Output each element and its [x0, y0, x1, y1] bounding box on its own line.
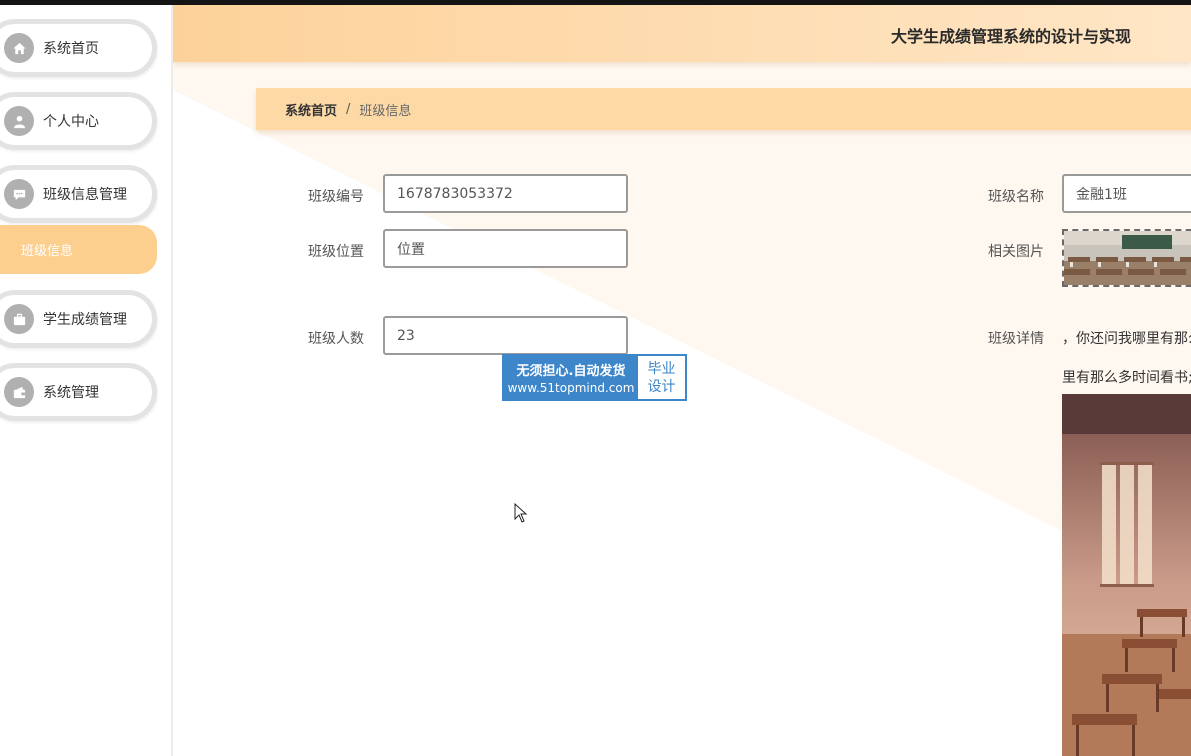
class-size-label: 班级人数: [308, 331, 364, 347]
home-icon: [4, 33, 34, 63]
breadcrumb: 系统首页 / 班级信息: [256, 88, 1191, 130]
class-name-label: 班级名称: [988, 189, 1044, 205]
sidebar-item-label: 班级信息管理: [43, 187, 127, 203]
mouse-cursor-icon: [514, 503, 528, 523]
class-detail-text-line2: 里有那么多时间看书;: [1062, 370, 1191, 386]
main-content: 大学生成绩管理系统的设计与实现 系统首页 / 班级信息 班级编号 班级名称 班级…: [173, 5, 1191, 756]
sidebar-item-class-management[interactable]: 班级信息管理: [0, 165, 157, 223]
breadcrumb-home-link[interactable]: 系统首页: [285, 100, 337, 119]
watermark-badge-line2: 设计: [647, 378, 676, 395]
sidebar-item-label: 系统管理: [43, 385, 99, 401]
related-image-label: 相关图片: [988, 244, 1044, 260]
sidebar-subitem-class-info[interactable]: 班级信息: [0, 225, 157, 274]
top-header: 大学生成绩管理系统的设计与实现: [173, 5, 1191, 62]
sidebar-item-personal-center[interactable]: 个人中心: [0, 92, 157, 150]
class-id-input[interactable]: [383, 174, 628, 213]
watermark-line1: 无须担心.自动发货: [516, 364, 626, 379]
sidebar-item-label: 个人中心: [43, 114, 99, 130]
wallet-icon: [4, 377, 34, 407]
watermark-line2: www.51topmind.com: [507, 381, 635, 395]
related-image-thumbnail[interactable]: [1062, 229, 1191, 287]
class-id-label: 班级编号: [308, 189, 364, 205]
breadcrumb-separator: /: [346, 101, 351, 117]
class-name-input[interactable]: [1062, 174, 1191, 213]
class-detail-label: 班级详情: [988, 331, 1044, 347]
user-icon: [4, 106, 34, 136]
class-location-label: 班级位置: [308, 244, 364, 260]
class-size-input[interactable]: [383, 316, 628, 355]
system-title: 大学生成绩管理系统的设计与实现: [890, 27, 1131, 46]
class-detail-image: [1062, 394, 1191, 756]
watermark-badge: 毕业 设计: [638, 356, 685, 399]
breadcrumb-current: 班级信息: [359, 103, 412, 119]
watermark-banner: 无须担心.自动发货 www.51topmind.com 毕业 设计: [502, 354, 687, 401]
sidebar: 系统首页 个人中心 班级信息管理 班级信息 学生成绩管理 系统管理: [0, 5, 173, 756]
sidebar-item-score-management[interactable]: 学生成绩管理: [0, 290, 157, 348]
chat-icon: [4, 179, 34, 209]
sidebar-item-label: 学生成绩管理: [43, 312, 127, 328]
class-detail-text-line1: ，你还问我哪里有那么: [1062, 331, 1191, 347]
sidebar-item-label: 系统首页: [43, 41, 99, 57]
class-location-input[interactable]: [383, 229, 628, 268]
sidebar-item-system-management[interactable]: 系统管理: [0, 363, 157, 421]
sidebar-item-home[interactable]: 系统首页: [0, 19, 157, 77]
watermark-badge-line1: 毕业: [647, 360, 676, 377]
briefcase-icon: [4, 304, 34, 334]
